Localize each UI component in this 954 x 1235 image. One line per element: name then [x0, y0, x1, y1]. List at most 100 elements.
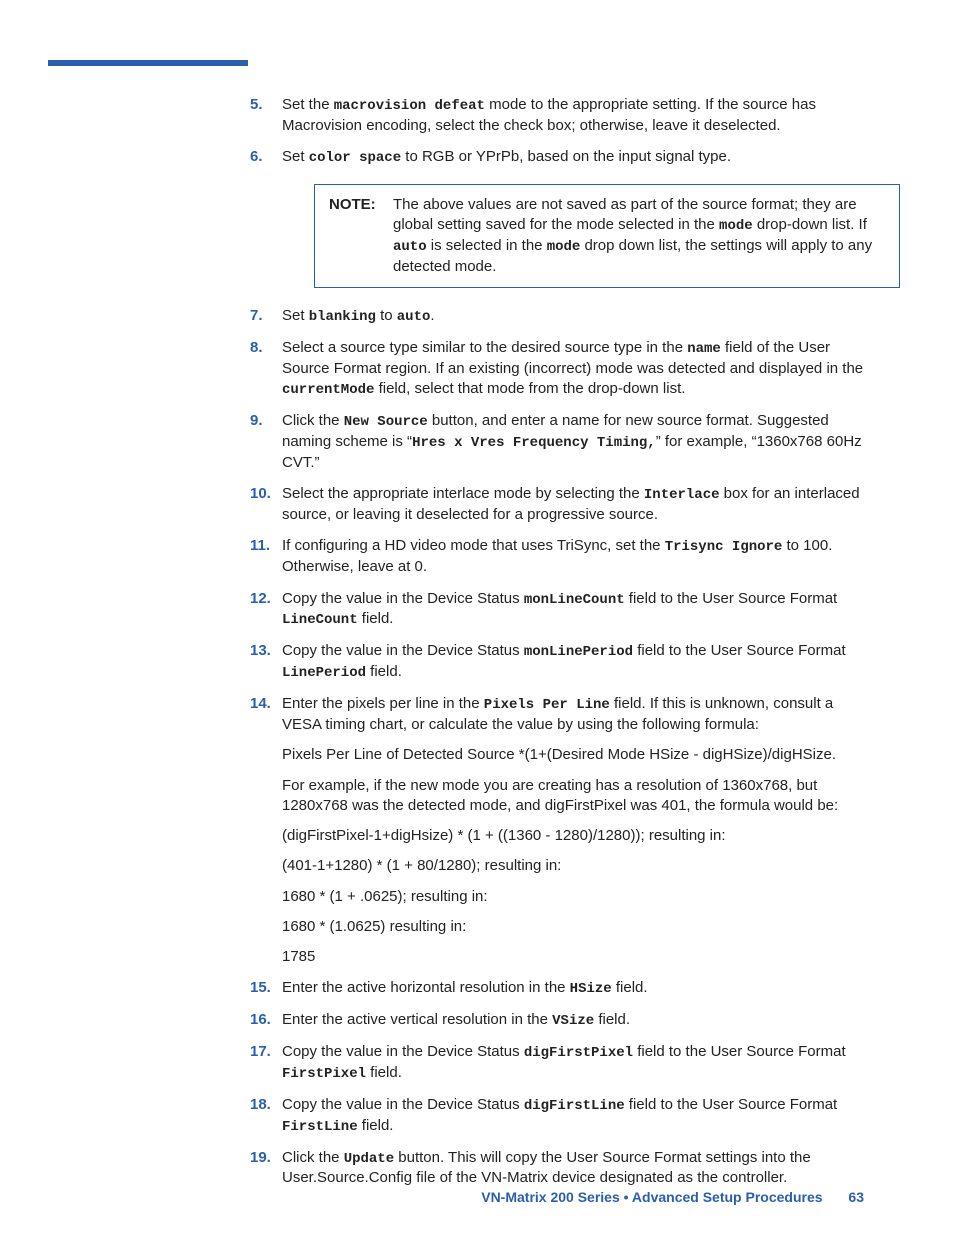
step-13: 13. Copy the value in the Device Status … [250, 641, 870, 683]
text: Set [282, 148, 309, 165]
text: field to the User Source Format [633, 642, 846, 659]
text: field to the User Source Format [633, 1043, 846, 1060]
page-number: 63 [848, 1189, 864, 1205]
code: macrovision defeat [334, 98, 485, 114]
text: If configuring a HD video mode that uses… [282, 537, 665, 554]
code: name [687, 341, 721, 357]
text: to RGB or YPrPb, based on the input sign… [401, 148, 731, 165]
step-19: 19. Click the Update button. This will c… [250, 1148, 870, 1189]
code: Hres x Vres Frequency Timing, [412, 435, 656, 451]
code: mode [547, 239, 581, 255]
text: Copy the value in the Device Status [282, 1096, 524, 1113]
text: Click the [282, 412, 344, 429]
text: Enter the pixels per line in the [282, 695, 484, 712]
formula-line: (digFirstPixel-1+digHsize) * (1 + ((1360… [282, 826, 870, 846]
text: field to the User Source Format [625, 1096, 838, 1113]
step-14: 14. Enter the pixels per line in the Pix… [250, 694, 870, 967]
code: currentMode [282, 382, 374, 398]
step-list: 5. Set the macrovision defeat mode to th… [250, 95, 870, 1189]
code: blanking [309, 309, 376, 325]
step-number: 6. [250, 147, 276, 167]
formula-line: 1680 * (1.0625) resulting in: [282, 917, 870, 937]
text: Copy the value in the Device Status [282, 590, 524, 607]
note-label: NOTE: [329, 195, 393, 277]
code: FirstLine [282, 1119, 358, 1135]
step-5: 5. Set the macrovision defeat mode to th… [250, 95, 870, 136]
formula-line: 1785 [282, 947, 870, 967]
note-box: NOTE: The above values are not saved as … [314, 184, 900, 288]
text: field, select that mode from the drop-do… [374, 380, 685, 397]
step-17: 17. Copy the value in the Device Status … [250, 1042, 870, 1084]
code: monLineCount [524, 592, 625, 608]
text: Set [282, 307, 309, 324]
step-number: 19. [250, 1148, 276, 1168]
step-number: 12. [250, 589, 276, 609]
code: Update [344, 1151, 394, 1167]
step-15: 15. Enter the active horizontal resoluti… [250, 978, 870, 999]
text: Copy the value in the Device Status [282, 642, 524, 659]
step-number: 15. [250, 978, 276, 998]
text: Click the [282, 1149, 344, 1166]
step-number: 17. [250, 1042, 276, 1062]
footer-title: VN-Matrix 200 Series • Advanced Setup Pr… [481, 1189, 822, 1205]
formula-line: For example, if the new mode you are cre… [282, 776, 870, 817]
text: Copy the value in the Device Status [282, 1043, 524, 1060]
code: Trisync Ignore [665, 539, 783, 555]
text: is selected in the [427, 237, 547, 254]
code: digFirstPixel [524, 1045, 633, 1061]
text: field. [612, 979, 648, 996]
code: monLinePeriod [524, 644, 633, 660]
text: field. [358, 610, 394, 627]
code: Interlace [644, 487, 720, 503]
text: Set the [282, 96, 334, 113]
step-18: 18. Copy the value in the Device Status … [250, 1095, 870, 1137]
step-number: 11. [250, 536, 276, 556]
code: FirstPixel [282, 1066, 366, 1082]
code: HSize [570, 981, 612, 997]
code: mode [719, 218, 753, 234]
step-10: 10. Select the appropriate interlace mod… [250, 484, 870, 525]
text: Select a source type similar to the desi… [282, 339, 687, 356]
text: to [376, 307, 397, 324]
code: New Source [344, 414, 428, 430]
text: Enter the active vertical resolution in … [282, 1011, 552, 1028]
step-6: 6. Set color space to RGB or YPrPb, base… [250, 147, 870, 288]
step-number: 5. [250, 95, 276, 115]
step-number: 10. [250, 484, 276, 504]
code: auto [397, 309, 431, 325]
text: . [430, 307, 434, 324]
code: color space [309, 150, 401, 166]
text: Enter the active horizontal resolution i… [282, 979, 570, 996]
code: digFirstLine [524, 1098, 625, 1114]
text: field. [594, 1011, 630, 1028]
note-body: The above values are not saved as part o… [393, 195, 885, 277]
step-number: 14. [250, 694, 276, 714]
step-8: 8. Select a source type similar to the d… [250, 338, 870, 400]
page-body: 5. Set the macrovision defeat mode to th… [0, 95, 954, 1200]
page-footer: VN-Matrix 200 Series • Advanced Setup Pr… [481, 1188, 864, 1207]
code: LinePeriod [282, 665, 366, 681]
text: field. [358, 1117, 394, 1134]
code: VSize [552, 1013, 594, 1029]
step-number: 7. [250, 306, 276, 326]
text: Select the appropriate interlace mode by… [282, 485, 644, 502]
step-number: 18. [250, 1095, 276, 1115]
step-number: 9. [250, 411, 276, 431]
text: field. [366, 1064, 402, 1081]
formula-line: (401-1+1280) * (1 + 80/1280); resulting … [282, 856, 870, 876]
code: auto [393, 239, 427, 255]
text: field to the User Source Format [625, 590, 838, 607]
formula-line: 1680 * (1 + .0625); resulting in: [282, 887, 870, 907]
step-number: 16. [250, 1010, 276, 1030]
step-16: 16. Enter the active vertical resolution… [250, 1010, 870, 1031]
step-11: 11. If configuring a HD video mode that … [250, 536, 870, 577]
code: LineCount [282, 612, 358, 628]
step-7: 7. Set blanking to auto. [250, 306, 870, 327]
text: drop-down list. If [753, 216, 867, 233]
formula-line: Pixels Per Line of Detected Source *(1+(… [282, 745, 870, 765]
step-9: 9. Click the New Source button, and ente… [250, 411, 870, 473]
header-rule [48, 60, 248, 66]
step-number: 8. [250, 338, 276, 358]
text: field. [366, 663, 402, 680]
step-12: 12. Copy the value in the Device Status … [250, 589, 870, 631]
